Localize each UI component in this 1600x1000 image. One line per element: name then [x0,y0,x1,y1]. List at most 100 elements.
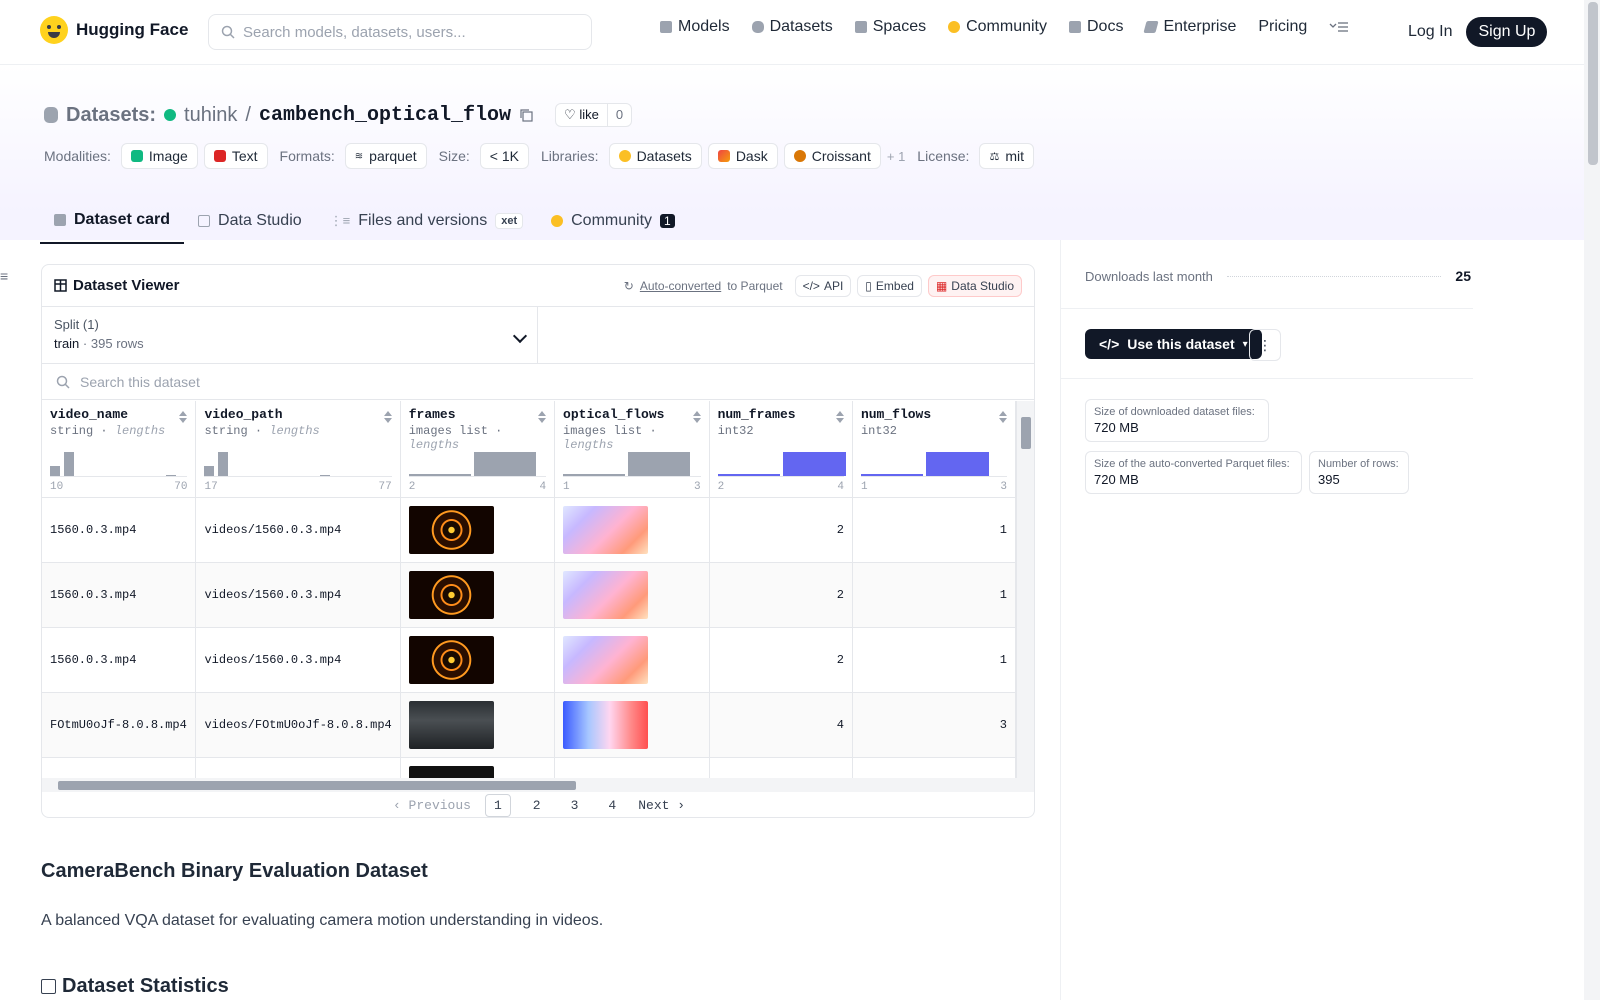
nav-docs[interactable]: Docs [1069,18,1123,36]
flow-thumbnail[interactable] [563,635,649,684]
frame-thumbnail[interactable] [408,700,494,749]
column-header[interactable]: video_name string · lengths 10 70 [42,401,197,498]
cell-video-name[interactable]: 1560.0.3.mp4 [42,562,197,628]
format-chip[interactable]: ≋ parquet [344,143,427,169]
hist-bar[interactable] [218,451,229,476]
api-button[interactable]: </> API [794,274,852,297]
frame-thumbnail[interactable] [408,505,494,554]
table-row[interactable]: FOtmU0oJf-8.0.8.mp4 videos/FOtmU0oJf-8.0… [42,692,1016,758]
scrollbar-thumb[interactable] [1021,417,1031,449]
hist-bar[interactable] [563,473,626,476]
sort-icon[interactable] [538,411,547,423]
cell-video-name[interactable]: 1560.0.3.mp4 [42,497,197,563]
cell-optical-flows[interactable] [554,562,710,628]
nav-datasets[interactable]: Datasets [751,18,833,36]
embed-button[interactable]: ▯ Embed [857,274,922,297]
more-menu-button[interactable] [1329,20,1349,34]
cell-video-path[interactable]: videos/1560.0.3.mp4 [195,627,401,693]
flow-thumbnail[interactable] [563,570,649,619]
global-search[interactable] [208,14,592,50]
repo-name[interactable]: cambench_optical_flow [259,104,511,127]
dataset-search[interactable]: Search this dataset [42,364,1034,400]
scrollbar-thumb[interactable] [58,781,576,790]
home-logo[interactable]: Hugging Face [40,16,188,44]
page-button[interactable]: 3 [563,795,587,816]
cell-frames[interactable] [400,757,556,778]
tab-files[interactable]: ⋮≡ Files and versions xet [316,203,537,244]
next-page-button[interactable]: Next › [638,798,685,813]
sort-icon[interactable] [692,411,701,423]
cell-frames[interactable] [400,562,556,628]
cell-num-flows[interactable]: 1 [852,497,1016,563]
column-header[interactable]: optical_flows images list · lengths 13 [554,401,710,498]
cell-video-name[interactable]: FOtmU0oJf-8.0.8.mp4 [42,692,197,758]
page-button[interactable]: 1 [484,794,511,817]
flow-thumbnail[interactable] [563,700,649,749]
modality-image-chip[interactable]: Image [120,143,198,169]
split-selector[interactable]: Split (1) train · 395 rows [42,307,538,363]
cell-frames[interactable] [400,692,556,758]
column-header[interactable]: num_frames int32 24 [709,401,853,498]
table-row[interactable]: 1560.0.3.mp4 videos/1560.0.3.mp4 2 1 [42,497,1016,563]
login-link[interactable]: Log In [1408,23,1452,41]
previous-page-button[interactable]: ‹ Previous [393,798,471,813]
hist-bar[interactable] [408,473,471,476]
cell-num-frames[interactable]: 2 [709,627,853,693]
table-row[interactable]: 1560.0.3.mp4 videos/1560.0.3.mp4 2 1 [42,562,1016,628]
more-options-button[interactable]: ⋮ [1249,329,1281,361]
hist-bar[interactable] [717,473,780,476]
copy-icon[interactable] [519,108,533,122]
table-row[interactable] [42,757,1016,778]
page-button[interactable]: 2 [525,795,549,816]
cell-num-flows[interactable]: 1 [852,562,1016,628]
cell-num-frames[interactable]: 2 [709,497,853,563]
size-chip[interactable]: < 1K [479,143,529,169]
cell-video-path[interactable]: videos/1560.0.3.mp4 [195,497,401,563]
tab-dataset-card[interactable]: Dataset card [40,203,185,244]
tab-data-studio[interactable]: Data Studio [184,203,316,244]
hist-bar[interactable] [860,473,923,476]
modality-text-chip[interactable]: Text [203,143,268,169]
sidebar-toggle-icon[interactable]: ≡ [0,268,10,284]
hist-bar[interactable] [473,451,536,476]
page-scrollbar[interactable] [1584,0,1600,1000]
cell-num-flows[interactable]: 1 [852,627,1016,693]
vertical-scrollbar[interactable] [1016,401,1034,778]
frame-thumbnail[interactable] [408,635,494,684]
nav-spaces[interactable]: Spaces [854,18,926,36]
cell-optical-flows[interactable] [554,692,710,758]
nav-enterprise[interactable]: Enterprise [1143,18,1236,36]
scrollbar-thumb[interactable] [1588,2,1598,165]
horizontal-scrollbar[interactable] [42,778,1034,792]
hist-bar[interactable] [204,465,215,476]
use-this-dataset-button[interactable]: </> Use this dataset ▾ [1085,329,1262,359]
cell-frames[interactable] [400,627,556,693]
hist-bar[interactable] [628,451,691,476]
license-chip[interactable]: ⚖ mit [979,143,1034,169]
cell-video-path[interactable]: videos/1560.0.3.mp4 [195,562,401,628]
frame-thumbnail[interactable] [408,570,494,619]
cell-optical-flows[interactable] [554,497,710,563]
cell-video-path[interactable]: videos/FOtmU0oJf-8.0.8.mp4 [195,692,401,758]
library-datasets-chip[interactable]: Datasets [608,143,702,169]
sort-icon[interactable] [999,411,1007,423]
nav-pricing[interactable]: Pricing [1258,18,1307,36]
hist-bar[interactable] [50,465,60,476]
data-studio-button[interactable]: ▦ Data Studio [927,274,1022,297]
cell-video-name[interactable]: 1560.0.3.mp4 [42,627,197,693]
hist-bar[interactable] [925,451,989,476]
cell-optical-flows[interactable] [554,627,710,693]
column-header[interactable]: video_path string · lengths 17 77 [195,401,401,498]
libraries-more[interactable]: + 1 [887,149,905,164]
like-button[interactable]: ♡ like 0 [555,103,633,127]
hist-bar[interactable] [64,451,74,476]
nav-community[interactable]: Community [948,18,1047,36]
signup-button[interactable]: Sign Up [1466,17,1548,47]
sort-icon[interactable] [835,411,844,423]
library-croissant-chip[interactable]: Croissant [783,143,881,169]
library-dask-chip[interactable]: Dask [707,143,778,169]
cell-frames[interactable] [400,497,556,563]
hist-bar[interactable] [166,474,176,476]
sort-icon[interactable] [383,411,392,423]
tab-community[interactable]: Community 1 [537,203,689,244]
